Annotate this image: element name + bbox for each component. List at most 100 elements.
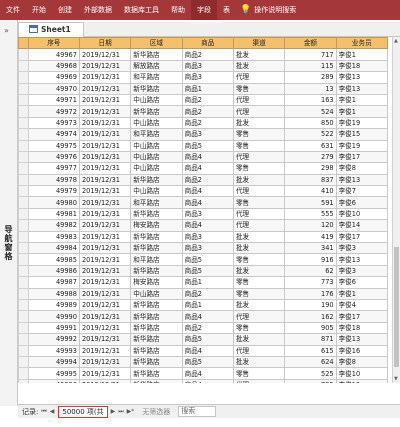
cell[interactable]: 李俊10 [335, 207, 389, 221]
cell[interactable]: 176 [284, 287, 337, 301]
cell[interactable]: 批发 [232, 355, 286, 369]
cell[interactable]: 李俊14 [335, 219, 389, 232]
cell[interactable]: 李俊1 [335, 48, 389, 61]
cell[interactable]: 49969 [27, 71, 80, 84]
table-row[interactable]: 49975 2019/12/31 中山路店 商品5 零售 631 李俊19 [18, 139, 389, 152]
cell[interactable]: 代理 [232, 71, 286, 84]
row-selector[interactable] [18, 321, 29, 335]
cell[interactable]: 商品2 [181, 116, 234, 130]
cell[interactable]: 中山路店 [130, 150, 183, 164]
cell[interactable]: 批发 [232, 48, 286, 61]
row-selector[interactable] [18, 333, 29, 346]
cell[interactable]: 商品4 [181, 344, 234, 357]
cell[interactable]: 李俊1 [335, 93, 389, 107]
cell[interactable]: 李俊18 [335, 321, 389, 335]
table-row[interactable]: 49991 2019/12/31 新华路店 商品2 零售 905 李俊18 [18, 321, 389, 335]
cell[interactable]: 49982 [27, 219, 80, 232]
row-selector[interactable] [18, 344, 29, 357]
row-selector[interactable] [18, 139, 29, 152]
cell[interactable]: 2019/12/31 [78, 59, 132, 73]
cell[interactable]: 李俊6 [335, 276, 389, 289]
cell[interactable]: 2019/12/31 [78, 333, 132, 346]
cell[interactable]: 新华路店 [130, 264, 183, 278]
cell[interactable]: 批发 [232, 264, 286, 278]
cell[interactable]: 49979 [27, 185, 80, 198]
scroll-down-icon[interactable]: ▼ [394, 376, 398, 382]
cell[interactable]: 中山路店 [130, 162, 183, 175]
cell[interactable]: 524 [284, 105, 337, 118]
cell[interactable]: 289 [284, 71, 337, 84]
cell[interactable]: 2019/12/31 [78, 173, 132, 187]
cell[interactable]: 商品5 [181, 333, 234, 346]
cell[interactable]: 新华路店 [130, 355, 183, 369]
cell[interactable]: 商品4 [181, 196, 234, 209]
cell[interactable]: 商品5 [181, 355, 234, 369]
cell[interactable]: 新华路店 [130, 48, 183, 61]
row-selector[interactable] [18, 287, 29, 301]
cell[interactable]: 商品4 [181, 219, 234, 232]
ribbon-tab-4[interactable]: 数据库工具 [118, 0, 165, 20]
cell[interactable]: 631 [284, 139, 337, 152]
cell[interactable]: 中山路店 [130, 287, 183, 301]
row-selector[interactable] [18, 82, 29, 95]
row-selector[interactable] [18, 219, 29, 232]
cell[interactable]: 批发 [232, 242, 286, 255]
vertical-scrollbar[interactable]: ▲ ▼ [392, 37, 400, 383]
cell[interactable]: 49991 [27, 321, 80, 335]
cell[interactable]: 批发 [232, 116, 286, 130]
cell[interactable]: 2019/12/31 [78, 116, 132, 130]
cell[interactable]: 2019/12/31 [78, 150, 132, 164]
cell[interactable]: 2019/12/31 [78, 287, 132, 301]
column-header-2[interactable]: 区域 [130, 37, 183, 50]
cell[interactable]: 李俊15 [335, 128, 389, 141]
cell[interactable]: 零售 [232, 82, 286, 95]
cell[interactable]: 49996 [27, 378, 80, 383]
no-filter-indicator[interactable]: 无筛选器 [142, 407, 170, 417]
cell[interactable]: 新华路店 [130, 310, 183, 323]
cell[interactable]: 中山路店 [130, 185, 183, 198]
row-selector[interactable] [18, 162, 29, 175]
cell[interactable]: 新华路店 [130, 298, 183, 312]
cell[interactable]: 零售 [232, 276, 286, 289]
cell[interactable]: 商品2 [181, 105, 234, 118]
cell[interactable]: 2019/12/31 [78, 48, 132, 61]
cell[interactable]: 2019/12/31 [78, 162, 132, 175]
cell[interactable]: 2019/12/31 [78, 355, 132, 369]
cell[interactable]: 李俊17 [335, 230, 389, 244]
cell[interactable]: 2019/12/31 [78, 253, 132, 266]
row-selector[interactable] [18, 253, 29, 266]
cell[interactable]: 298 [284, 162, 337, 175]
cell[interactable]: 商品3 [181, 128, 234, 141]
cell[interactable]: 商品5 [181, 264, 234, 278]
next-record-icon[interactable]: ▶ [111, 408, 116, 415]
cell[interactable]: 419 [284, 230, 337, 244]
cell[interactable]: 零售 [232, 253, 286, 266]
ribbon-tab-0[interactable]: 文件 [0, 0, 26, 20]
row-selector[interactable] [18, 207, 29, 221]
column-header-0[interactable]: 序号 [27, 37, 80, 50]
tab-sheet1[interactable]: Sheet1 [18, 22, 84, 37]
cell[interactable]: 2019/12/31 [78, 196, 132, 209]
cell[interactable]: 代理 [232, 185, 286, 198]
row-selector[interactable] [18, 105, 29, 118]
cell[interactable]: 零售 [232, 128, 286, 141]
cell[interactable]: 李俊3 [335, 264, 389, 278]
cell[interactable]: 李俊3 [335, 242, 389, 255]
cell[interactable]: 新华路店 [130, 230, 183, 244]
cell[interactable]: 商品2 [181, 93, 234, 107]
cell[interactable]: 新华路店 [130, 321, 183, 335]
navigation-pane[interactable]: » 导航窗格 [0, 20, 18, 406]
cell[interactable]: 零售 [232, 139, 286, 152]
table-row[interactable]: 49988 2019/12/31 中山路店 商品2 零售 176 李俊1 [18, 287, 389, 301]
cell[interactable]: 代理 [232, 93, 286, 107]
column-header-6[interactable]: 业务员 [335, 37, 389, 50]
cell[interactable]: 商品2 [181, 321, 234, 335]
cell[interactable]: 2019/12/31 [78, 71, 132, 84]
cell[interactable]: 和平路店 [130, 253, 183, 266]
cell[interactable]: 和平路店 [130, 71, 183, 84]
cell[interactable]: 49975 [27, 139, 80, 152]
cell[interactable]: 555 [284, 207, 337, 221]
table-row[interactable]: 49992 2019/12/31 新华路店 商品5 批发 871 李俊13 [18, 333, 389, 346]
row-selector[interactable] [18, 173, 29, 187]
cell[interactable]: 49976 [27, 150, 80, 164]
